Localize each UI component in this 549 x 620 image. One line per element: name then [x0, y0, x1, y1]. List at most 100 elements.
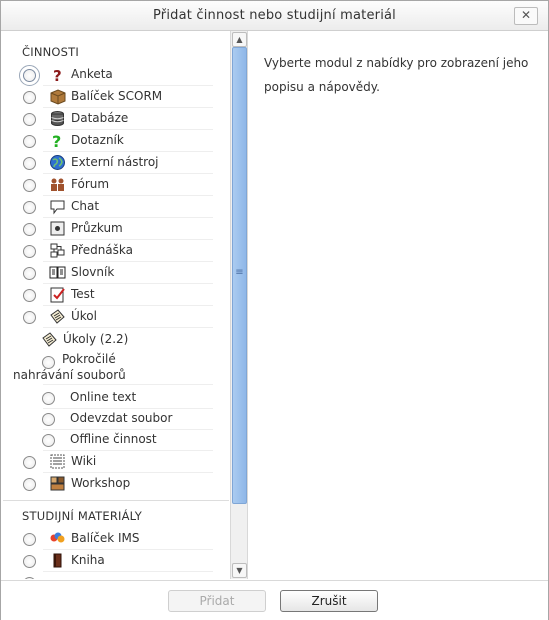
section-resources-heading: STUDIJNÍ MATERIÁLY — [22, 509, 142, 523]
book-icon — [53, 553, 62, 568]
module-option-dotaznik[interactable]: ? Dotazník — [3, 130, 229, 152]
section-activities-heading: ČINNOSTI — [22, 45, 79, 59]
module-option-slovnik[interactable]: Slovník — [3, 262, 229, 284]
cancel-button[interactable]: Zrušit — [280, 590, 378, 612]
glossary-icon — [49, 266, 66, 279]
module-label: Přednáška — [71, 243, 133, 257]
module-label: Workshop — [71, 476, 131, 490]
module-label: Úkol — [71, 309, 97, 323]
module-list-scrollbar[interactable]: ▲ ≡ ▼ — [230, 31, 248, 579]
module-option-anketa[interactable]: ? Anketa — [3, 64, 229, 86]
dialog-title: Přidat činnost nebo studijní materiál — [152, 8, 396, 23]
radio-test[interactable] — [23, 289, 36, 302]
module-label: Dotazník — [71, 133, 124, 147]
radio-ims[interactable] — [23, 533, 36, 546]
module-option-wiki[interactable]: Wiki — [3, 451, 229, 473]
database-icon — [51, 111, 64, 126]
module-option-scorm[interactable]: Balíček SCORM — [3, 86, 229, 108]
module-label: Databáze — [71, 111, 129, 125]
module-label: Fórum — [71, 177, 110, 191]
module-label: Externí nástroj — [71, 155, 159, 169]
lesson-icon — [50, 243, 65, 258]
module-label: Balíček SCORM — [71, 89, 163, 103]
wiki-icon — [50, 454, 65, 469]
group-label: Úkoly (2.2) — [63, 332, 129, 346]
module-option-offline-cinnost[interactable]: Offline činnost — [3, 429, 229, 451]
svg-text:?: ? — [53, 67, 62, 83]
dialog-footer: Přidat Zrušit — [1, 580, 548, 620]
radio-slovnik[interactable] — [23, 267, 36, 280]
module-label: Balíček IMS — [71, 531, 140, 545]
radio-workshop[interactable] — [23, 478, 36, 491]
add-button[interactable]: Přidat — [168, 590, 266, 612]
radio-kniha[interactable] — [23, 555, 36, 568]
module-label: Slovník — [71, 265, 115, 279]
radio-online-text[interactable] — [42, 392, 55, 405]
help-pane: Vyberte modul z nabídky pro zobrazení je… — [248, 31, 548, 579]
scroll-down-button[interactable]: ▼ — [232, 563, 247, 578]
ims-icon — [50, 532, 65, 543]
assignments-22-group: Úkoly (2.2) — [3, 329, 229, 351]
globe-icon — [50, 155, 65, 170]
radio-partial[interactable] — [23, 577, 36, 579]
module-option-databaze[interactable]: Databáze — [3, 108, 229, 130]
module-option-prednaska[interactable]: Přednáška — [3, 240, 229, 262]
module-label: Offline činnost — [70, 432, 157, 446]
module-option-online-text[interactable]: Online text — [3, 387, 229, 409]
module-label: Test — [71, 287, 95, 301]
dialog-titlebar: Přidat činnost nebo studijní materiál ✕ — [1, 1, 548, 31]
workshop-icon — [50, 476, 65, 491]
scroll-thumb[interactable]: ≡ — [232, 47, 247, 504]
module-option-ims[interactable]: Balíček IMS — [3, 528, 229, 550]
module-label: Kniha — [71, 553, 105, 567]
quiz-icon — [50, 287, 65, 303]
radio-chat[interactable] — [23, 201, 36, 214]
module-label: Odevzdat soubor — [70, 411, 173, 425]
radio-odevzdat-soubor[interactable] — [42, 413, 55, 426]
module-option-ukol[interactable]: Úkol — [3, 306, 229, 328]
help-text: Vyberte modul z nabídky pro zobrazení je… — [264, 56, 529, 94]
question-green-icon: ? — [52, 132, 61, 149]
module-label: Chat — [71, 199, 100, 213]
module-option-forum[interactable]: Fórum — [3, 174, 229, 196]
grip-icon: ≡ — [235, 267, 244, 278]
module-label: Anketa — [71, 67, 113, 81]
svg-text:?: ? — [52, 132, 61, 149]
package-icon — [50, 89, 66, 105]
radio-scorm[interactable] — [23, 91, 36, 104]
module-option-pruzkum[interactable]: Průzkum — [3, 218, 229, 240]
radio-databaze[interactable] — [23, 113, 36, 126]
radio-ukol[interactable] — [23, 311, 36, 324]
radio-forum[interactable] — [23, 179, 36, 192]
section-divider — [3, 500, 229, 501]
chat-icon — [50, 200, 65, 215]
survey-icon — [50, 221, 65, 236]
module-option-partial[interactable] — [3, 572, 229, 579]
module-option-workshop[interactable]: Workshop — [3, 473, 229, 495]
module-option-test[interactable]: Test — [3, 284, 229, 306]
module-option-kniha[interactable]: Kniha — [3, 550, 229, 572]
module-option-pokrocile-nahravani[interactable]: Pokročilé nahrávání souborů — [3, 351, 229, 385]
module-label: Online text — [70, 390, 137, 404]
radio-dotaznik[interactable] — [23, 135, 36, 148]
add-activity-dialog: Přidat činnost nebo studijní materiál ✕ … — [0, 0, 549, 620]
radio-wiki[interactable] — [23, 456, 36, 469]
module-list: ČINNOSTI ? Anketa Balíček SCORM Databáze… — [3, 31, 229, 579]
module-label: Wiki — [71, 454, 97, 468]
assignment-icon — [42, 332, 57, 347]
question-icon: ? — [53, 67, 62, 83]
scroll-up-button[interactable]: ▲ — [232, 32, 247, 47]
module-option-odevzdat-soubor[interactable]: Odevzdat soubor — [3, 408, 229, 430]
close-button[interactable]: ✕ — [514, 7, 538, 25]
assignment-icon — [50, 309, 65, 324]
module-option-externi-nastroj[interactable]: Externí nástroj — [3, 152, 229, 174]
radio-externi-nastroj[interactable] — [23, 157, 36, 170]
radio-pruzkum[interactable] — [23, 223, 36, 236]
radio-offline-cinnost[interactable] — [42, 434, 55, 447]
module-label: Průzkum — [71, 221, 123, 235]
module-option-chat[interactable]: Chat — [3, 196, 229, 218]
radio-prednaska[interactable] — [23, 245, 36, 258]
forum-icon — [51, 178, 64, 191]
radio-anketa[interactable] — [19, 65, 40, 86]
module-label: Pokročilé nahrávání souborů — [13, 352, 126, 382]
